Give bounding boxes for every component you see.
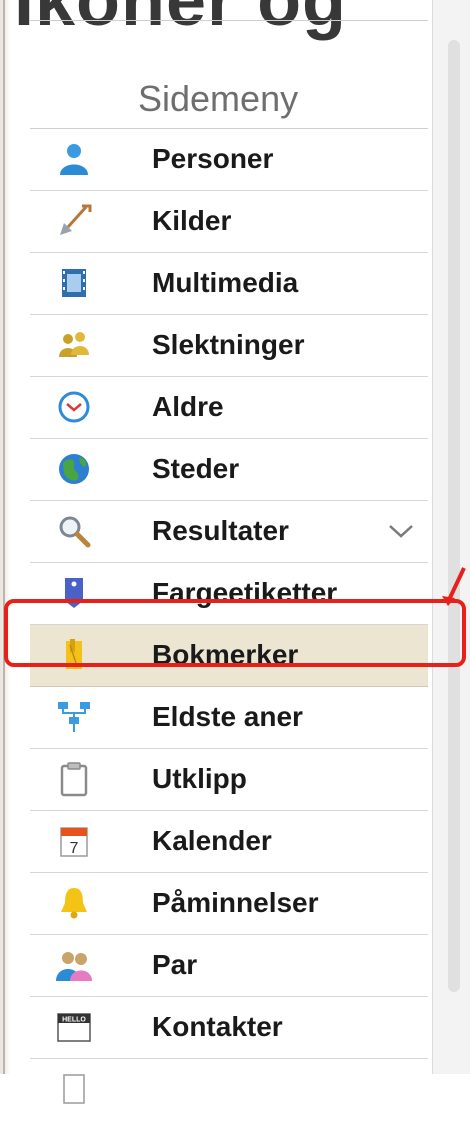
relatives-icon: [56, 327, 92, 363]
scrollbar-thumb[interactable]: [448, 40, 460, 992]
sidebar-item-kilder[interactable]: Kilder: [30, 191, 428, 253]
globe-icon: [56, 451, 92, 487]
sidebar-item-multimedia[interactable]: Multimedia: [30, 253, 428, 315]
sidebar-item-label: Resultater: [152, 515, 289, 546]
calendar-icon: 7: [56, 823, 92, 859]
sidebar-item-label: Steder: [152, 453, 240, 484]
left-window-edge: [0, 0, 10, 1074]
sidebar-item-label: Slektninger: [152, 329, 305, 360]
sidebar-item-kontakter[interactable]: HELLO Kontakter: [30, 997, 428, 1059]
shovel-icon: [56, 203, 92, 239]
sidebar-item-eldste-aner[interactable]: Eldste aner: [30, 687, 428, 749]
sidebar-item-label: Kilder: [152, 205, 232, 236]
sidebar-item-label: Aldre: [152, 391, 224, 422]
film-icon: [56, 265, 92, 301]
sidebar-item-partial[interactable]: [30, 1059, 428, 1121]
sidebar-item-personer[interactable]: Personer: [30, 129, 428, 191]
sidebar-item-resultater[interactable]: Resultater: [30, 501, 428, 563]
sidebar-item-par[interactable]: Par: [30, 935, 428, 997]
sidebar-item-label: Multimedia: [152, 267, 299, 298]
hello-badge-icon: HELLO: [56, 1009, 92, 1045]
bell-icon: [56, 885, 92, 921]
sidebar-item-label: Par: [152, 949, 198, 980]
highlight-frame: [4, 599, 466, 667]
page-heading-fragment: Ikoner og: [14, 0, 348, 41]
hello-text: HELLO: [62, 1017, 86, 1024]
document-icon: [56, 1071, 92, 1107]
sidebar-item-slektninger[interactable]: Slektninger: [30, 315, 428, 377]
clipboard-icon: [56, 761, 92, 797]
clock-icon: [56, 389, 92, 425]
ancestor-tree-icon: [56, 699, 92, 735]
sidebar-item-kalender[interactable]: 7 Kalender: [30, 811, 428, 873]
sidebar-item-steder[interactable]: Steder: [30, 439, 428, 501]
couple-icon: [56, 947, 92, 983]
sidebar-item-label: Påminnelser: [152, 887, 319, 918]
sidebar-item-label: Kalender: [152, 825, 272, 856]
sidebar-item-label: Personer: [152, 143, 274, 174]
sidebar-title: Sidemeny: [138, 78, 299, 119]
sidebar-item-label: Eldste aner: [152, 701, 303, 732]
pointer-arrow: [442, 567, 466, 606]
sidebar-item-paminnelser[interactable]: Påminnelser: [30, 873, 428, 935]
sidebar-item-label: Utklipp: [152, 763, 247, 794]
sidebar-item-utklipp[interactable]: Utklipp: [30, 749, 428, 811]
chevron-down-icon[interactable]: [386, 521, 416, 541]
calendar-day: 7: [70, 840, 79, 857]
magnifier-icon: [56, 513, 92, 549]
person-icon: [56, 141, 92, 177]
sidebar-item-aldre[interactable]: Aldre: [30, 377, 428, 439]
divider: [30, 20, 428, 21]
sidebar-item-label: Kontakter: [152, 1011, 283, 1042]
